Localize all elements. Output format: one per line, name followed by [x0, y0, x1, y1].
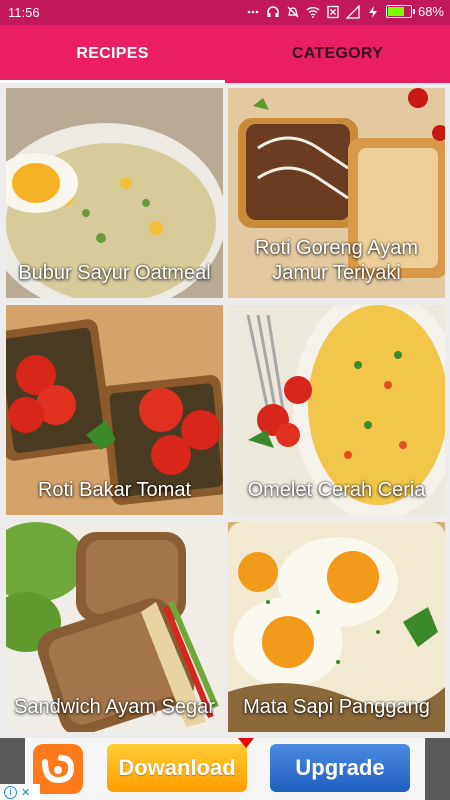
battery-icon: [385, 5, 415, 18]
recipe-title: Sandwich Ayam Segar: [14, 696, 215, 718]
clock: 11:56: [8, 5, 40, 20]
tab-label: RECIPES: [76, 45, 149, 62]
info-icon[interactable]: i: [4, 785, 17, 799]
recipe-title: Roti Goreng Ayam Jamur Teriyaki: [254, 237, 419, 284]
tab-category[interactable]: CATEGORY: [225, 25, 450, 83]
recipe-card[interactable]: Sandwich Ayam Segar: [6, 522, 223, 732]
status-bar: 11:56 68%: [0, 0, 450, 25]
wifi-icon: [306, 6, 320, 18]
download-button[interactable]: Dowanload: [107, 744, 247, 792]
recipe-title: Bubur Sayur Oatmeal: [18, 262, 211, 284]
more-icon: [247, 10, 259, 13]
upgrade-button[interactable]: Upgrade: [270, 744, 410, 792]
tab-recipes[interactable]: RECIPES: [0, 25, 225, 83]
tab-bar: RECIPES CATEGORY: [0, 25, 450, 83]
recipe-grid: Bubur Sayur Oatmeal Roti Goreng Ayam Jam…: [0, 83, 450, 738]
tab-label: CATEGORY: [291, 45, 384, 62]
recipe-card[interactable]: Mata Sapi Panggang: [228, 522, 445, 732]
recipe-title: Roti Bakar Tomat: [37, 479, 192, 501]
uc-browser-logo-icon[interactable]: [33, 744, 83, 794]
headset-icon: [267, 5, 279, 17]
sim-icon: [327, 5, 339, 18]
signal-icon: [345, 4, 360, 19]
ad-choices[interactable]: i ✕: [0, 784, 40, 800]
recipe-card[interactable]: Roti Goreng Ayam Jamur Teriyaki: [228, 88, 445, 298]
mute-icon: [287, 6, 299, 17]
recipe-card[interactable]: Roti Bakar Tomat: [6, 305, 223, 515]
recipe-title: Mata Sapi Panggang: [243, 696, 430, 718]
ad-content: Dowanload Upgrade: [25, 738, 425, 800]
close-icon[interactable]: ✕: [21, 786, 30, 799]
battery-percent: 68%: [417, 4, 444, 19]
status-icons: 68%: [246, 4, 444, 19]
recipe-title: Omelet Cerah Ceria: [247, 479, 426, 501]
recipe-card[interactable]: Bubur Sayur Oatmeal: [6, 88, 223, 298]
recipe-card[interactable]: Omelet Cerah Ceria: [228, 305, 445, 515]
ad-banner[interactable]: Dowanload Upgrade: [0, 738, 450, 800]
charging-icon: [368, 5, 377, 18]
arrow-down-icon: [238, 738, 254, 748]
